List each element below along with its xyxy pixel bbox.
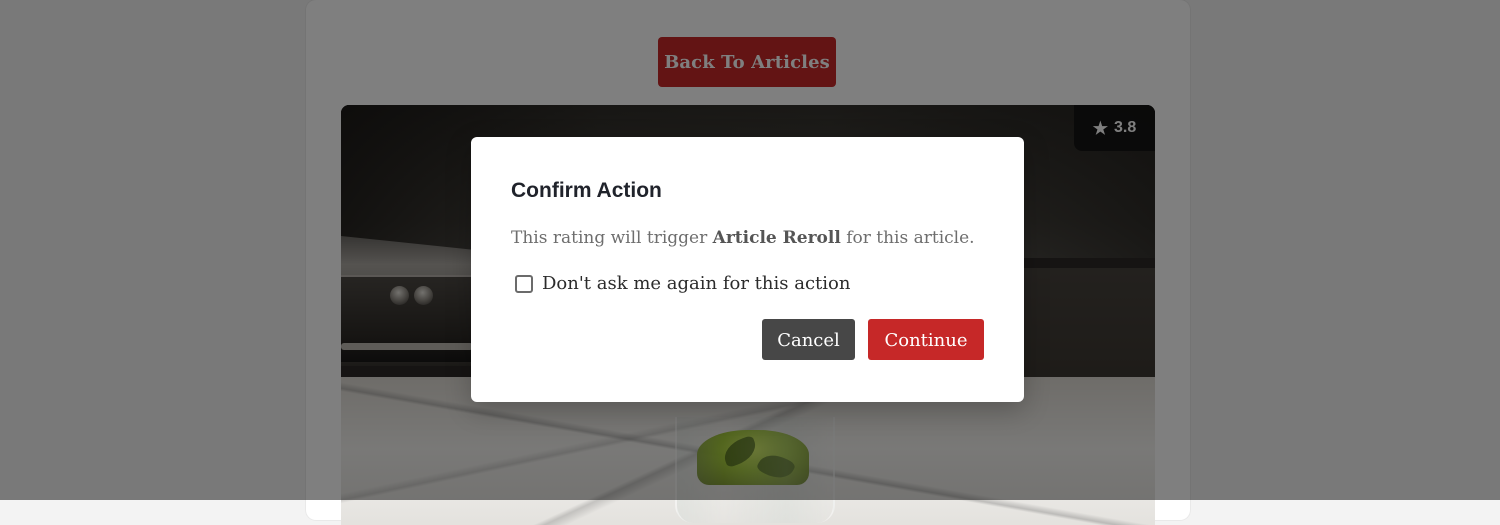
- message-suffix: for this article.: [840, 228, 975, 248]
- dialog-message: This rating will trigger Article Reroll …: [511, 227, 975, 250]
- continue-button[interactable]: Continue: [868, 319, 984, 360]
- dialog-title: Confirm Action: [511, 179, 662, 202]
- dont-ask-again-checkbox[interactable]: [515, 275, 533, 293]
- dont-ask-again-option[interactable]: Don't ask me again for this action: [515, 271, 850, 297]
- message-prefix: This rating will trigger: [511, 228, 713, 248]
- confirm-action-dialog: Confirm Action This rating will trigger …: [471, 137, 1024, 402]
- cancel-button[interactable]: Cancel: [762, 319, 855, 360]
- action-name: Article Reroll: [712, 228, 841, 248]
- dont-ask-again-label[interactable]: Don't ask me again for this action: [542, 272, 850, 296]
